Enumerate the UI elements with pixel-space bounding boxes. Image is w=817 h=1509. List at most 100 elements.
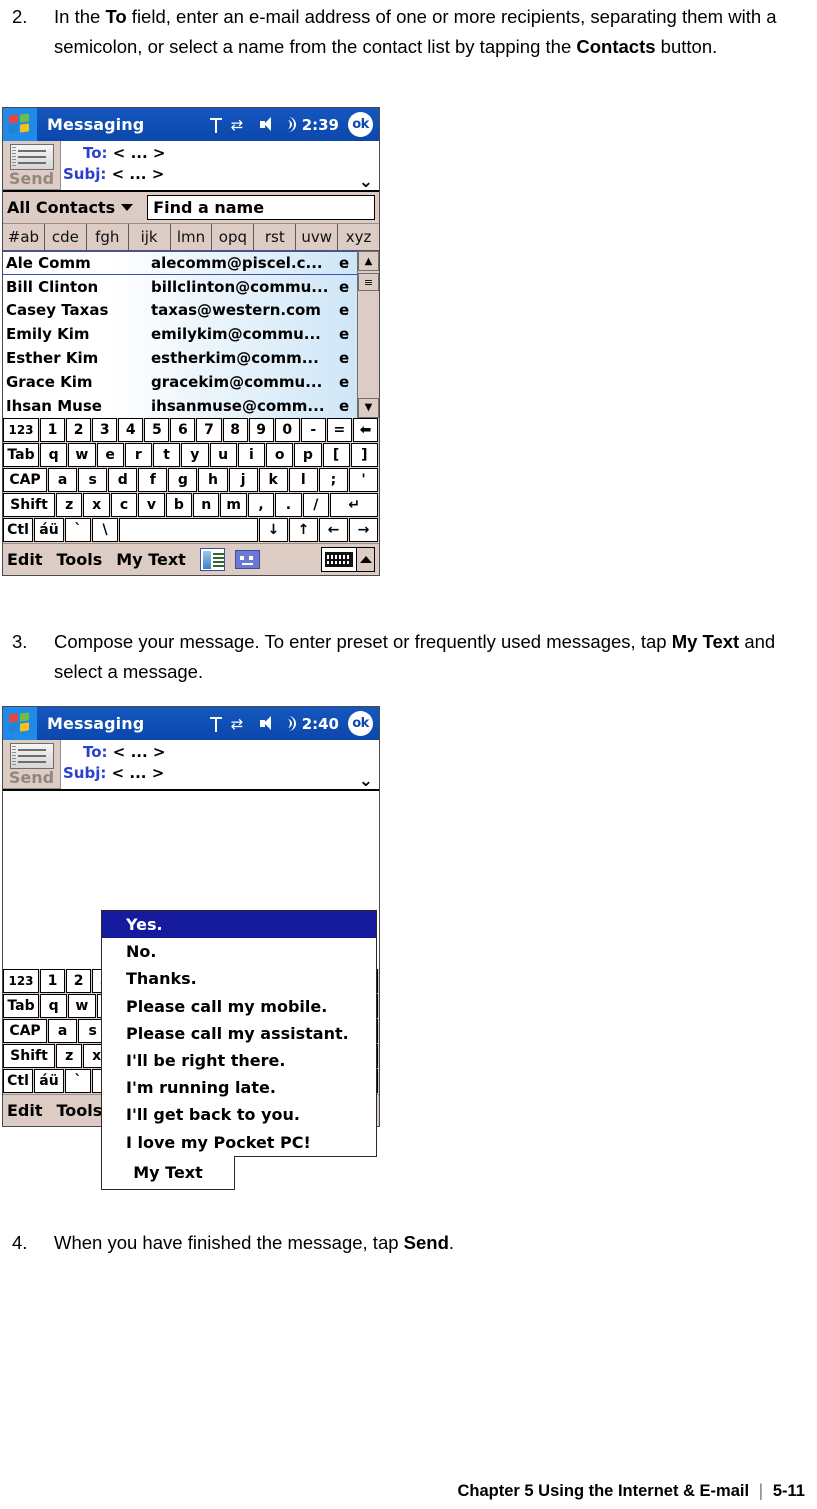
key-↓[interactable]: ↓ [259, 517, 288, 542]
to-field-row[interactable]: To: < ... > [61, 143, 379, 164]
key-h[interactable]: h [198, 467, 228, 492]
key-x[interactable]: x [83, 492, 110, 517]
contacts-card-icon[interactable] [199, 547, 225, 571]
key-w[interactable]: w [68, 994, 96, 1018]
contact-row[interactable]: Casey Taxas taxas@western.com e [3, 299, 357, 323]
start-button[interactable] [3, 707, 37, 740]
key-r[interactable]: r [124, 442, 152, 467]
scroll-up-button[interactable]: ▲ [358, 251, 379, 271]
key-→[interactable]: → [349, 517, 378, 542]
key-←[interactable]: ← [319, 517, 348, 542]
subject-field-row[interactable]: Subj: < ... > [61, 164, 379, 185]
key--[interactable]: - [300, 417, 326, 442]
scrollbar-thumb[interactable]: ≡ [358, 273, 379, 291]
my-text-menu[interactable]: Yes. No. Thanks. Please call my mobile. Plea… [101, 910, 377, 1157]
key-↑[interactable]: ↑ [289, 517, 318, 542]
contacts-scrollbar[interactable]: ▲ ≡ ▼ [357, 251, 379, 418]
contact-row[interactable]: Emily Kim emilykim@commu... e [3, 322, 357, 346]
contacts-list[interactable]: Ale Comm alecomm@piscel.c... e Bill Clinton… [3, 251, 357, 418]
key-=[interactable]: = [326, 417, 352, 442]
key-z[interactable]: z [56, 1044, 83, 1068]
key-CAP[interactable]: CAP [3, 1019, 47, 1043]
key-Shift[interactable]: Shift [3, 1044, 55, 1068]
key-k[interactable]: k [258, 467, 288, 492]
contact-row[interactable]: Grace Kim gracekim@commu... e [3, 370, 357, 394]
key-s[interactable]: s [78, 467, 108, 492]
key-n[interactable]: n [193, 492, 220, 517]
alpha-tab-xyz[interactable]: xyz [338, 224, 379, 250]
alpha-tab-lmn[interactable]: lmn [171, 224, 213, 250]
key-f[interactable]: f [138, 467, 168, 492]
menu-tools[interactable]: Tools [57, 1101, 103, 1120]
key-space[interactable] [119, 517, 258, 542]
alpha-tab-fgh[interactable]: fgh [87, 224, 129, 250]
key-123[interactable]: 123 [3, 969, 39, 993]
key-9[interactable]: 9 [248, 417, 274, 442]
key-a[interactable]: a [48, 1019, 78, 1043]
my-text-menu-item[interactable]: I'll get back to you. [102, 1101, 376, 1128]
key-u[interactable]: u [209, 442, 237, 467]
ok-button[interactable]: ok [348, 112, 373, 137]
key-123[interactable]: 123 [3, 417, 39, 442]
key-2[interactable]: 2 [66, 969, 92, 993]
key-7[interactable]: 7 [196, 417, 222, 442]
my-text-menu-item[interactable]: Please call my mobile. [102, 993, 376, 1020]
key-8[interactable]: 8 [222, 417, 248, 442]
contact-row[interactable]: Ihsan Muse ihsanmuse@comm... e [3, 394, 357, 418]
my-text-menu-item[interactable]: No. [102, 938, 376, 965]
all-contacts-dropdown[interactable]: All Contacts [7, 198, 134, 217]
key-t[interactable]: t [153, 442, 181, 467]
key-j[interactable]: j [228, 467, 258, 492]
menu-tools[interactable]: Tools [57, 550, 103, 569]
my-text-menu-item[interactable]: I'll be right there. [102, 1047, 376, 1074]
key-p[interactable]: p [294, 442, 322, 467]
key-1[interactable]: 1 [40, 417, 66, 442]
key-][interactable]: ] [350, 442, 378, 467]
key-y[interactable]: y [181, 442, 209, 467]
my-text-menu-item[interactable]: I love my Pocket PC! [102, 1129, 376, 1156]
key-6[interactable]: 6 [170, 417, 196, 442]
alpha-tab-uvw[interactable]: uvw [296, 224, 339, 250]
key-g[interactable]: g [168, 467, 198, 492]
key-Tab[interactable]: Tab [3, 994, 39, 1018]
key-`[interactable]: ` [65, 1069, 91, 1093]
key-áü[interactable]: áü [34, 517, 64, 542]
subject-field-row[interactable]: Subj: < ... > [61, 763, 379, 784]
key-q[interactable]: q [40, 994, 68, 1018]
key-/[interactable]: / [302, 492, 330, 517]
key-Ctl[interactable]: Ctl [3, 1069, 33, 1093]
key-`[interactable]: ` [65, 517, 91, 542]
menu-my-text[interactable]: My Text [101, 1156, 235, 1190]
key-i[interactable]: i [237, 442, 265, 467]
speaker-icon[interactable] [259, 716, 278, 731]
alpha-tab-ijk[interactable]: ijk [129, 224, 171, 250]
ok-button[interactable]: ok [348, 711, 373, 736]
key-a[interactable]: a [48, 467, 78, 492]
my-text-menu-item[interactable]: I'm running late. [102, 1074, 376, 1101]
start-button[interactable] [3, 108, 37, 141]
key-5[interactable]: 5 [144, 417, 170, 442]
scrollbar-track[interactable] [358, 291, 379, 398]
keyboard-icon[interactable] [321, 546, 357, 572]
key-Shift[interactable]: Shift [3, 492, 55, 517]
subject-field-value[interactable]: < ... > [112, 764, 165, 782]
key-d[interactable]: d [108, 467, 138, 492]
send-button[interactable]: Send [3, 740, 61, 789]
key-3[interactable]: 3 [92, 417, 118, 442]
subject-field-value[interactable]: < ... > [112, 165, 165, 183]
key-z[interactable]: z [56, 492, 83, 517]
send-button[interactable]: Send [3, 141, 61, 190]
key-l[interactable]: l [288, 467, 318, 492]
to-field-value[interactable]: < ... > [113, 743, 166, 761]
speaker-icon[interactable] [259, 117, 278, 132]
caret-up-icon[interactable] [357, 546, 375, 572]
key-Tab[interactable]: Tab [3, 442, 39, 467]
key-⬅[interactable]: ⬅ [352, 417, 379, 442]
chevron-double-down-icon[interactable]: ⌄v [359, 174, 373, 191]
key-\[interactable]: \ [92, 517, 118, 542]
menu-my-text[interactable]: My Text [116, 550, 186, 569]
key-Ctl[interactable]: Ctl [3, 517, 33, 542]
key-[[interactable]: [ [322, 442, 350, 467]
alpha-tab-cde[interactable]: cde [45, 224, 87, 250]
key-0[interactable]: 0 [274, 417, 300, 442]
